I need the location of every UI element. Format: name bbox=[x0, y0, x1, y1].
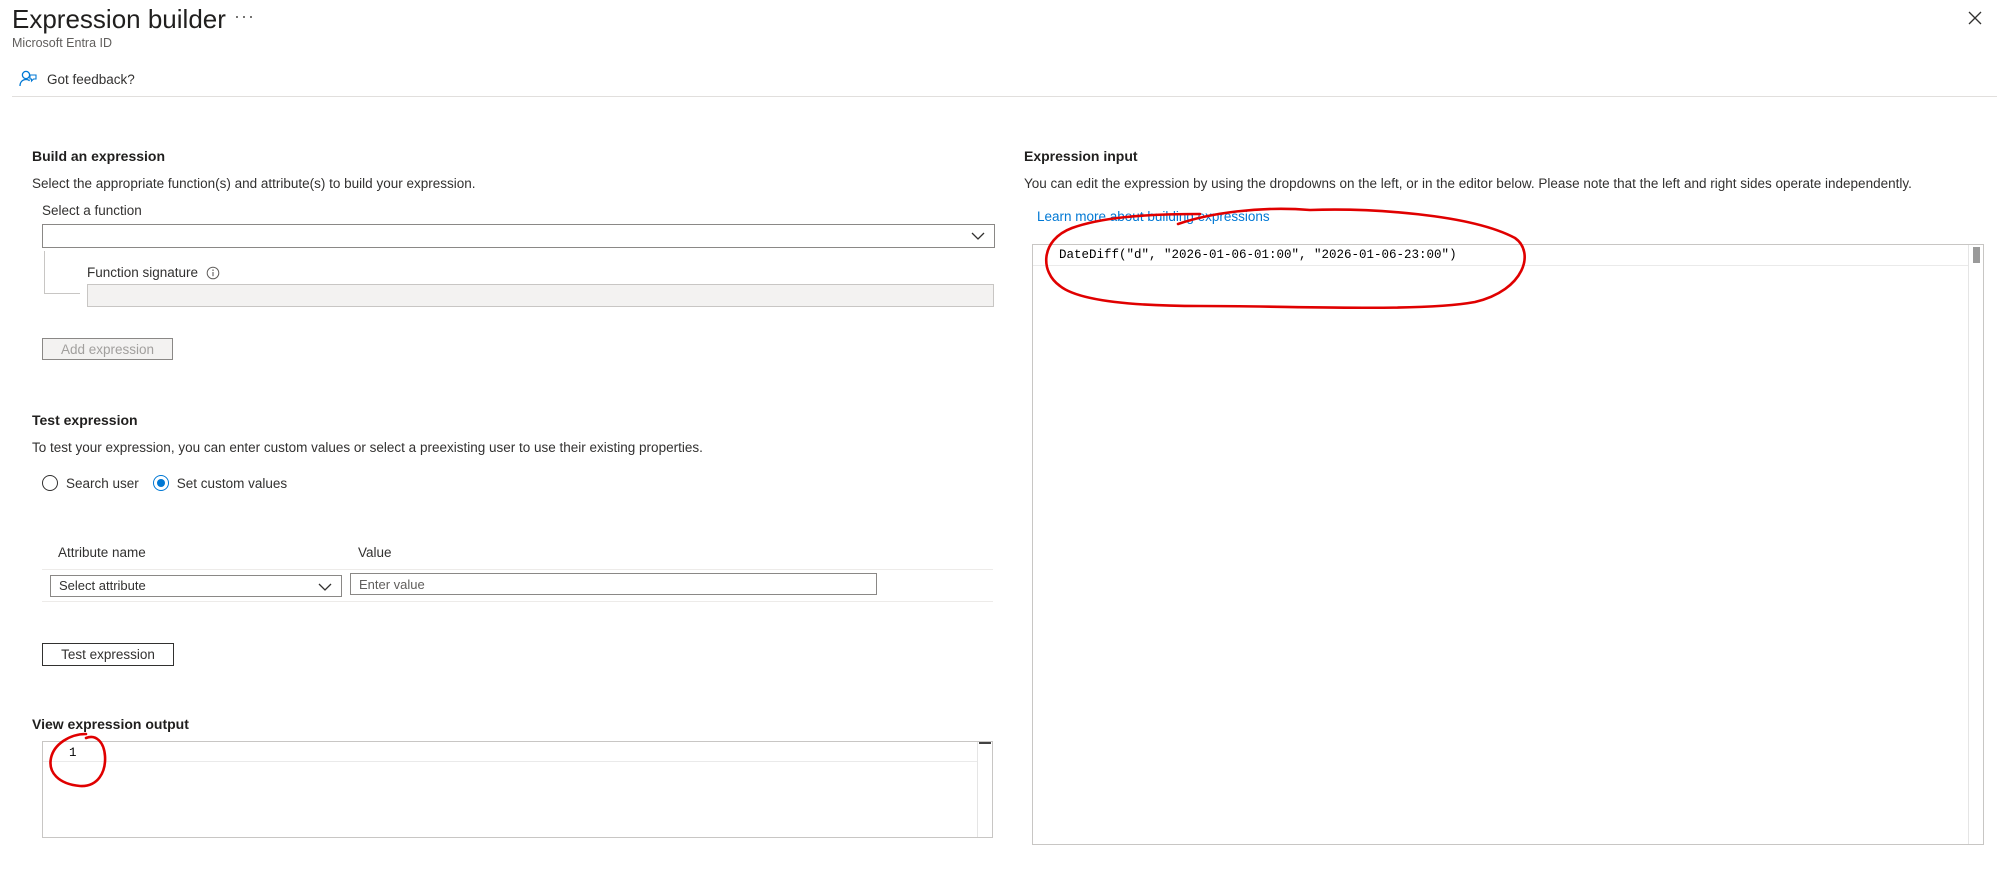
page-subtitle: Microsoft Entra ID bbox=[12, 36, 113, 50]
function-signature-text: Function signature bbox=[87, 265, 199, 280]
expression-editor[interactable]: DateDiff("d", "2026-01-06-01:00", "2026-… bbox=[1032, 244, 1984, 845]
feedback-button[interactable]: Got feedback? bbox=[18, 68, 135, 90]
test-expression-description: To test your expression, you can enter c… bbox=[32, 440, 703, 455]
tree-connector-horizontal bbox=[44, 293, 80, 294]
output-line: 1 bbox=[43, 742, 978, 762]
output-scrollbar-marker bbox=[979, 742, 991, 744]
set-custom-values-label[interactable]: Set custom values bbox=[177, 476, 287, 491]
set-custom-values-radio[interactable] bbox=[152, 475, 169, 491]
chevron-down-icon bbox=[318, 583, 332, 591]
attribute-name-column-header: Attribute name bbox=[58, 545, 146, 560]
build-expression-description: Select the appropriate function(s) and a… bbox=[32, 176, 476, 191]
expression-input-title: Expression input bbox=[1024, 148, 1138, 164]
test-expression-title: Test expression bbox=[32, 412, 138, 428]
more-options-button[interactable]: ··· bbox=[234, 6, 255, 27]
search-user-label[interactable]: Search user bbox=[66, 476, 139, 491]
output-value: 1 bbox=[69, 746, 77, 760]
output-scrollbar[interactable] bbox=[977, 742, 992, 837]
select-attribute-placeholder: Select attribute bbox=[59, 578, 146, 593]
value-column-header: Value bbox=[358, 545, 392, 560]
build-expression-title: Build an expression bbox=[32, 148, 166, 164]
header-divider bbox=[12, 96, 1997, 97]
expression-line: DateDiff("d", "2026-01-06-01:00", "2026-… bbox=[1033, 245, 1969, 266]
function-signature-field bbox=[87, 284, 994, 307]
test-expression-button[interactable]: Test expression bbox=[42, 643, 174, 666]
value-input[interactable] bbox=[350, 573, 877, 595]
learn-more-link[interactable]: Learn more about building expressions bbox=[1037, 209, 1270, 224]
select-function-dropdown[interactable] bbox=[42, 224, 995, 248]
expression-scrollbar-thumb[interactable] bbox=[1973, 247, 1980, 263]
page-title: Expression builder bbox=[12, 4, 226, 34]
tree-connector-vertical bbox=[44, 251, 45, 293]
feedback-icon bbox=[19, 70, 37, 87]
close-icon bbox=[1968, 11, 1982, 25]
function-signature-label: Function signature bbox=[87, 265, 220, 280]
expression-scrollbar[interactable] bbox=[1968, 245, 1983, 844]
select-function-label: Select a function bbox=[42, 203, 142, 218]
close-button[interactable] bbox=[1963, 6, 1987, 30]
table-row-divider bbox=[42, 601, 993, 602]
expression-input-description: You can edit the expression by using the… bbox=[1024, 176, 1912, 191]
select-attribute-dropdown[interactable]: Select attribute bbox=[50, 575, 342, 597]
add-expression-button[interactable]: Add expression bbox=[42, 338, 173, 360]
info-icon[interactable] bbox=[206, 266, 220, 280]
output-editor[interactable]: 1 bbox=[42, 741, 993, 838]
feedback-label: Got feedback? bbox=[47, 71, 135, 87]
view-output-title: View expression output bbox=[32, 716, 189, 732]
test-mode-radio-group: Search user Set custom values bbox=[42, 473, 301, 493]
search-user-radio[interactable] bbox=[42, 475, 58, 491]
chevron-down-icon bbox=[971, 232, 985, 240]
expression-text[interactable]: DateDiff("d", "2026-01-06-01:00", "2026-… bbox=[1059, 248, 1457, 262]
table-row-divider bbox=[42, 569, 993, 570]
